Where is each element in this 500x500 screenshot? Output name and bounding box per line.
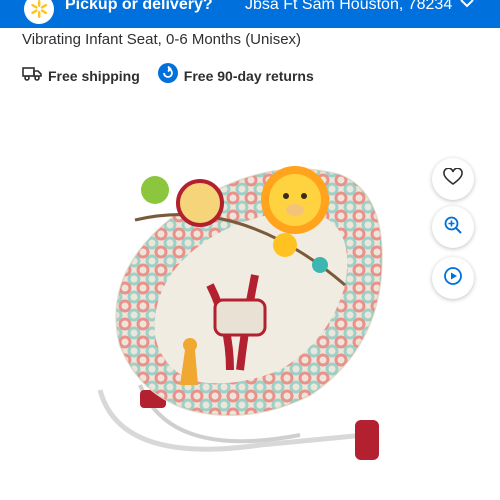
store-location[interactable]: Jbsa Ft Sam Houston, 78234 [245,0,452,14]
walmart-spark-logo [24,0,54,24]
pickup-or-delivery-label[interactable]: Pickup or delivery? [65,0,213,14]
returns-icon [157,63,178,88]
free-returns-badge: Free 90-day returns [157,63,314,88]
heart-icon [443,166,463,191]
truck-icon [22,65,42,86]
zoom-in-icon [443,215,463,240]
chevron-down-icon[interactable] [458,0,476,17]
free-shipping-label: Free shipping [48,67,140,84]
product-title: Vibrating Infant Seat, 0-6 Months (Unise… [22,31,302,48]
product-image[interactable] [80,135,400,480]
free-shipping-badge: Free shipping [22,65,140,86]
free-returns-label: Free 90-day returns [183,67,314,84]
play-icon [443,266,463,291]
favorite-button[interactable] [432,158,474,200]
fulfillment-badges: Free shipping Free 90-day returns [22,63,332,88]
zoom-button[interactable] [432,206,474,248]
video-button[interactable] [432,257,474,299]
location-bar[interactable]: Pickup or delivery? Jbsa Ft Sam Houston,… [0,0,500,28]
